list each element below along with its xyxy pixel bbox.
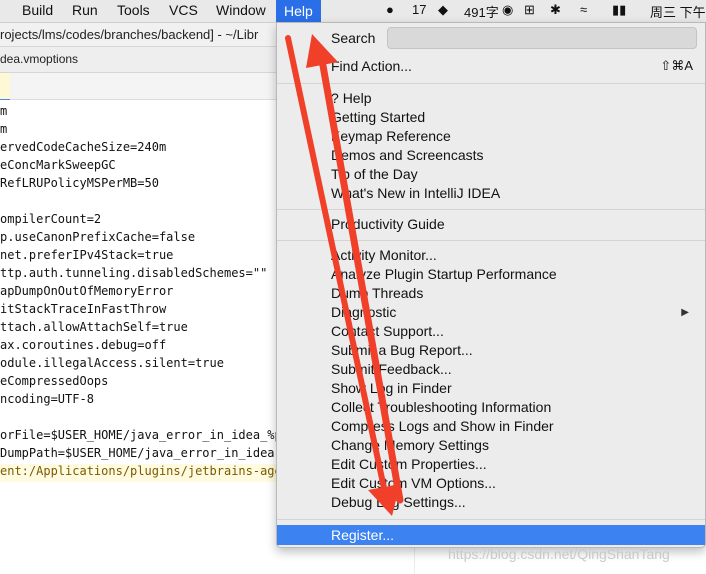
annotation-overlay [285,34,404,516]
annotation-arrow-up [306,34,404,504]
watermark: https://blog.csdn.net/QingShanTang [448,546,670,562]
annotation-arrow-down [285,35,400,516]
